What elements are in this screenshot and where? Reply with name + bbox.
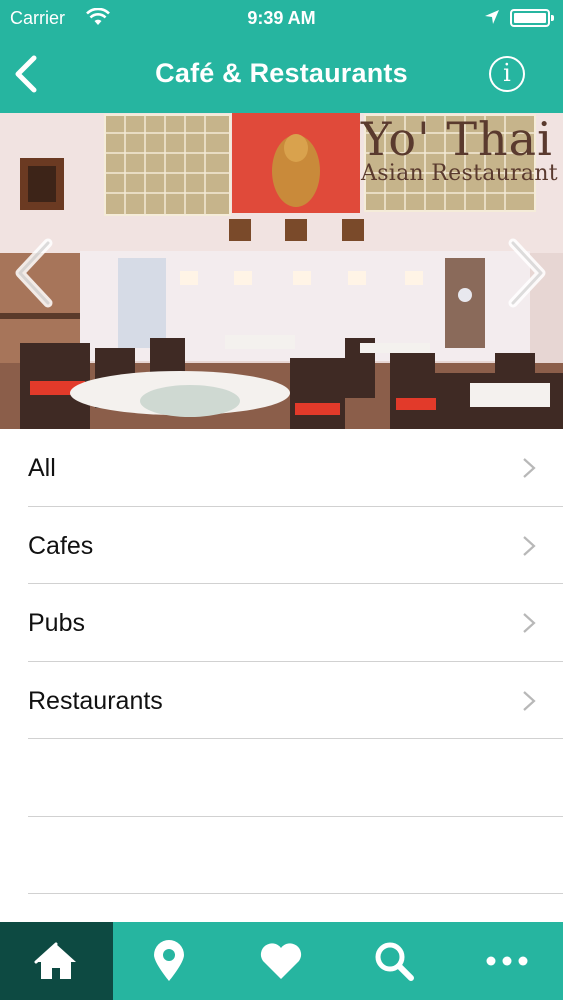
empty-row [28,739,563,817]
brand-name: Yo' Thai [361,113,553,166]
location-arrow-icon [485,10,499,24]
carousel-next-button[interactable] [503,237,551,309]
chevron-right-icon [523,613,536,633]
info-icon: i [503,59,511,87]
more-icon [486,956,528,966]
hero-image-carousel[interactable]: Yo' Thai Asian Restaurant [0,113,563,429]
chevron-right-icon [523,690,536,711]
chevron-right-icon [523,458,536,478]
info-button[interactable]: i [489,56,525,92]
brand-subtitle: Asian Restaurant [361,161,558,186]
tab-search[interactable] [338,922,451,1000]
tab-home[interactable] [0,922,113,1000]
nav-bar: Café & Restaurants i [0,36,563,113]
category-label: Restaurants [28,686,163,715]
category-row-cafes[interactable]: Cafes [28,507,563,584]
category-row-restaurants[interactable]: Restaurants [28,662,563,739]
tab-more[interactable] [450,922,563,1000]
category-label: Pubs [28,609,85,637]
category-row-all[interactable]: All [28,429,563,507]
category-label: All [28,454,56,482]
search-icon [375,942,415,981]
category-row-pubs[interactable]: Pubs [28,584,563,662]
status-bar: Carrier 9:39 AM [0,0,563,36]
home-icon [34,942,77,979]
top-bar: Carrier 9:39 AM Café & Restaurants i [0,0,563,113]
map-pin-icon [153,940,184,981]
category-list: All Cafes Pubs Restaurants [0,429,563,894]
empty-row [28,817,563,894]
status-time: 9:39 AM [247,8,316,28]
tab-bar [0,922,563,1000]
heart-icon [261,943,302,979]
chevron-right-icon [523,535,536,556]
battery-icon [510,9,554,27]
tab-favorites[interactable] [225,922,338,1000]
category-label: Cafes [28,531,94,560]
tab-map[interactable] [113,922,226,1000]
carousel-prev-button[interactable] [10,237,58,309]
restaurant-brand: Yo' Thai Asian Restaurant [361,113,558,186]
page-title: Café & Restaurants [155,58,408,88]
